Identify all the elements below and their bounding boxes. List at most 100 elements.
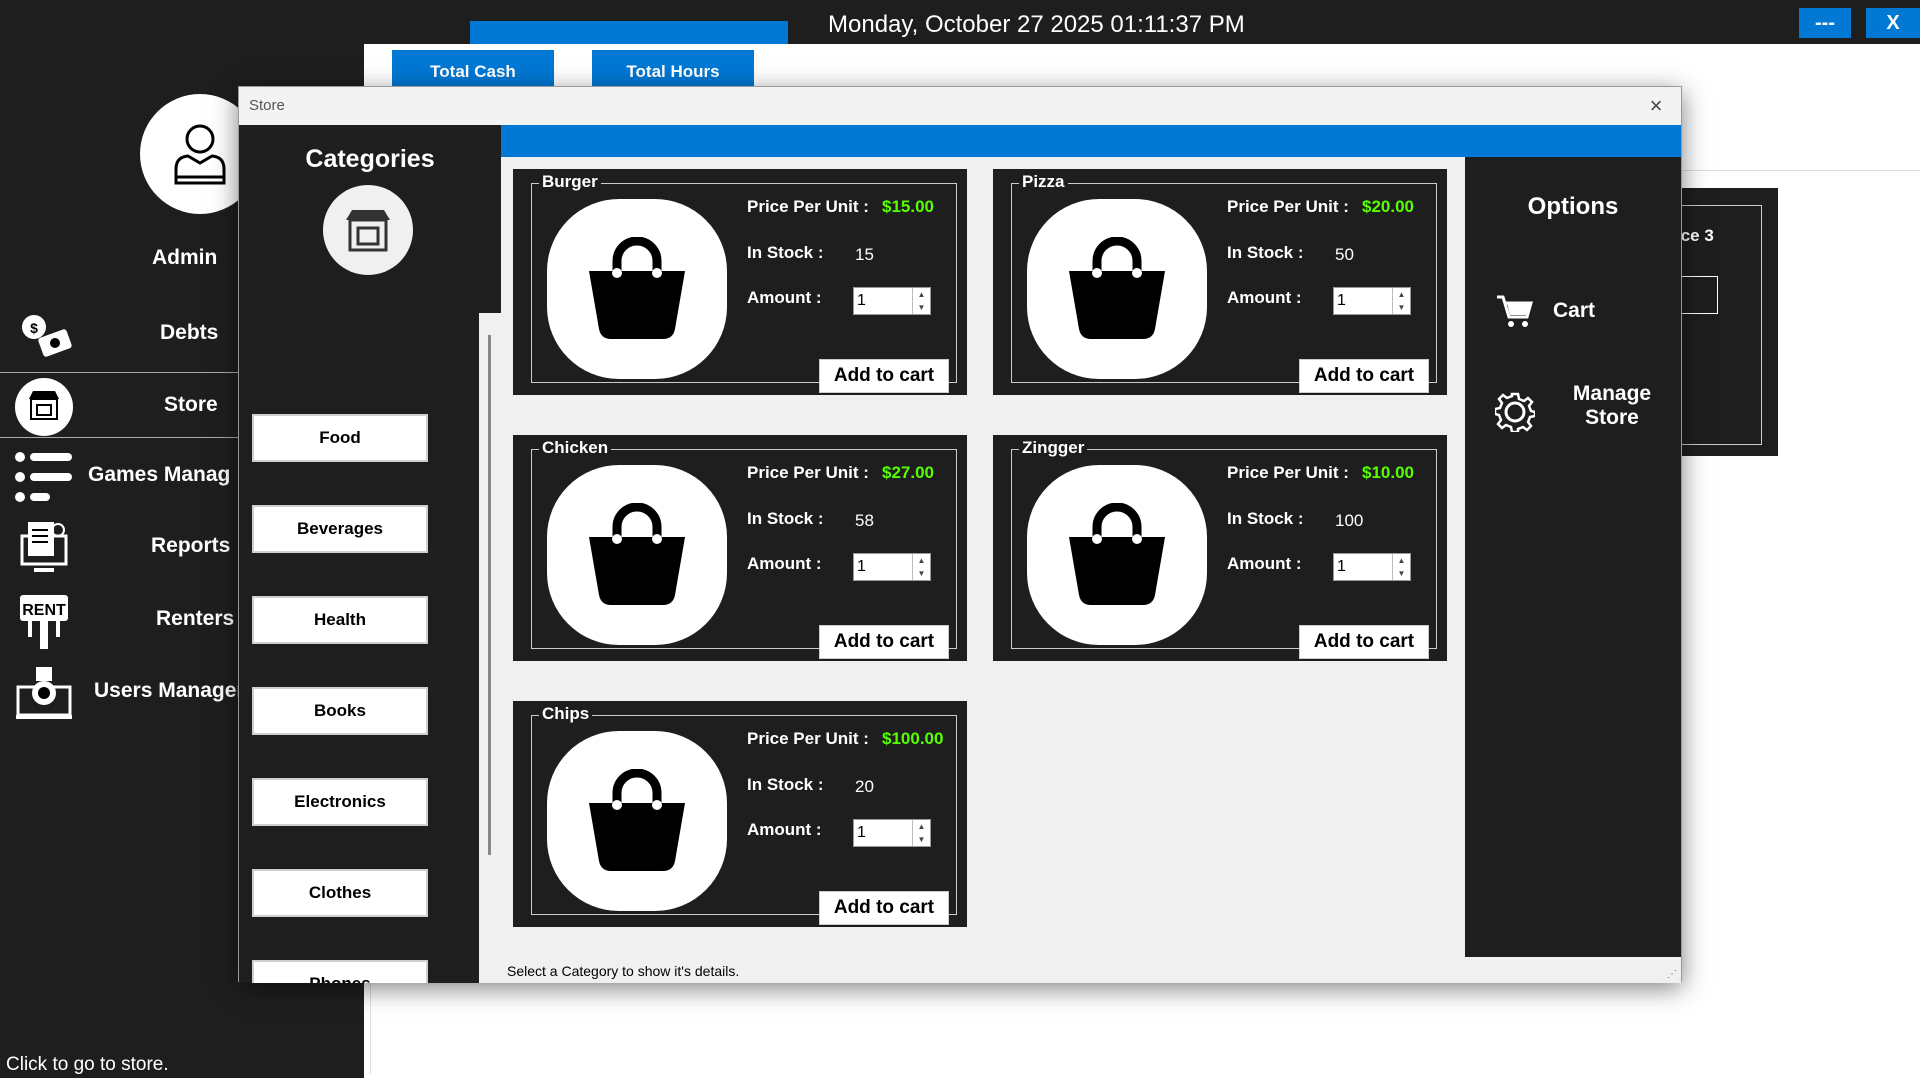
category-food-button[interactable]: Food	[252, 414, 428, 462]
store-titlebar: Store ×	[239, 87, 1681, 125]
close-app-button[interactable]: X	[1866, 8, 1920, 38]
amount-value[interactable]: 1	[857, 824, 866, 842]
category-health-button[interactable]: Health	[252, 596, 428, 644]
stepper-up-icon[interactable]: ▲	[1393, 288, 1410, 301]
add-to-cart-button[interactable]: Add to cart	[1299, 625, 1429, 659]
amount-label: Amount :	[747, 820, 822, 839]
category-beverages-button[interactable]: Beverages	[252, 505, 428, 553]
sidebar-item-debts[interactable]: $ Debts	[0, 301, 240, 367]
amount-value[interactable]: 1	[1337, 292, 1346, 310]
cart-label: Cart	[1553, 299, 1596, 322]
products-area: Burger Price Per Unit : $15.00 In Stock …	[501, 157, 1465, 957]
stepper-up-icon[interactable]: ▲	[1393, 554, 1410, 567]
categories-title: Categories	[305, 145, 435, 173]
shopping-bag-icon	[547, 199, 727, 379]
resize-grip-icon[interactable]: ⋰	[1667, 969, 1679, 981]
tab-total-cash[interactable]: Total Cash	[392, 50, 554, 88]
tab-total-hours[interactable]: Total Hours	[592, 50, 754, 88]
stock-value: 15	[855, 245, 874, 264]
product-card-pizza: Pizza Price Per Unit : $20.00 In Stock :…	[993, 169, 1447, 395]
stepper-up-icon[interactable]: ▲	[913, 288, 930, 301]
amount-value[interactable]: 1	[857, 292, 866, 310]
stock-value: 58	[855, 511, 874, 530]
add-to-cart-button[interactable]: Add to cart	[819, 891, 949, 925]
stepper-down-icon[interactable]: ▼	[1393, 567, 1410, 580]
product-card-chips: Chips Price Per Unit : $100.00 In Stock …	[513, 701, 967, 927]
stepper-arrows[interactable]: ▲ ▼	[1392, 288, 1410, 314]
categories-scroll-thumb[interactable]	[488, 335, 491, 855]
product-name: Chips	[539, 704, 593, 724]
sidebar-item-games-manager[interactable]: Games Manag	[0, 443, 240, 509]
stock-value: 100	[1335, 511, 1364, 530]
stepper-arrows[interactable]: ▲ ▼	[912, 288, 930, 314]
product-card-zingger: Zingger Price Per Unit : $10.00 In Stock…	[993, 435, 1447, 661]
stepper-arrows[interactable]: ▲ ▼	[1392, 554, 1410, 580]
manage-store-button[interactable]: Manage Store	[1495, 382, 1675, 442]
amount-stepper[interactable]: 1 ▲ ▼	[853, 553, 931, 581]
amount-stepper[interactable]: 1 ▲ ▼	[853, 819, 931, 847]
category-clothes-button[interactable]: Clothes	[252, 869, 428, 917]
amount-stepper[interactable]: 1 ▲ ▼	[1333, 287, 1411, 315]
amount-stepper[interactable]: 1 ▲ ▼	[853, 287, 931, 315]
product-card-burger: Burger Price Per Unit : $15.00 In Stock …	[513, 169, 967, 395]
options-title: Options	[1527, 193, 1619, 220]
stock-label: In Stock :	[747, 509, 824, 528]
amount-value[interactable]: 1	[857, 558, 866, 576]
sidebar-item-label: Debts	[160, 321, 219, 344]
product-card-chicken: Chicken Price Per Unit : $27.00 In Stock…	[513, 435, 967, 661]
svg-text:$: $	[30, 320, 38, 336]
stepper-up-icon[interactable]: ▲	[913, 820, 930, 833]
stock-value: 50	[1335, 245, 1354, 264]
sidebar-item-users-manager[interactable]: Users Manager	[0, 659, 245, 725]
minimize-button[interactable]: ---	[1799, 8, 1851, 38]
price-label: Price Per Unit :	[747, 729, 869, 748]
amount-stepper[interactable]: 1 ▲ ▼	[1333, 553, 1411, 581]
stepper-down-icon[interactable]: ▼	[913, 301, 930, 314]
stepper-up-icon[interactable]: ▲	[913, 554, 930, 567]
status-text: Click to go to store.	[6, 1054, 169, 1075]
user-name: Admin	[152, 246, 218, 269]
sidebar-item-renters[interactable]: RENT Renters	[0, 587, 240, 653]
product-name: Burger	[539, 172, 601, 192]
price-value: $100.00	[882, 729, 944, 748]
product-name: Pizza	[1019, 172, 1068, 192]
add-to-cart-button[interactable]: Add to cart	[819, 625, 949, 659]
store-icon	[14, 378, 74, 436]
sidebar-item-label: Games Manag	[88, 463, 231, 486]
cart-icon	[1497, 295, 1533, 327]
store-status-bar: Select a Category to show it's details. …	[501, 957, 1681, 983]
product-name: Zingger	[1019, 438, 1088, 458]
sidebar-item-store[interactable]: Store	[0, 372, 240, 438]
price-label: Price Per Unit :	[747, 463, 869, 482]
sidebar-item-reports[interactable]: Reports	[0, 514, 240, 580]
store-status-text: Select a Category to show it's details.	[507, 963, 740, 979]
sidebar-item-label: Renters	[156, 607, 235, 630]
category-phones-button[interactable]: Phones	[252, 960, 428, 983]
price-value: $20.00	[1362, 197, 1414, 216]
store-close-button[interactable]: ×	[1643, 93, 1669, 119]
category-electronics-button[interactable]: Electronics	[252, 778, 428, 826]
stepper-down-icon[interactable]: ▼	[913, 567, 930, 580]
list-icon	[14, 449, 74, 505]
stepper-down-icon[interactable]: ▼	[913, 833, 930, 846]
add-to-cart-button[interactable]: Add to cart	[1299, 359, 1429, 393]
product-name: Chicken	[539, 438, 612, 458]
report-icon	[14, 520, 74, 576]
price-value: $15.00	[882, 197, 934, 216]
user-id-icon	[14, 665, 74, 721]
amount-value[interactable]: 1	[1337, 558, 1346, 576]
gear-icon	[1495, 392, 1535, 432]
stepper-down-icon[interactable]: ▼	[1393, 301, 1410, 314]
amount-label: Amount :	[747, 288, 822, 307]
store-dialog: Store × Categories Food Beverages Health…	[238, 86, 1682, 983]
stock-label: In Stock :	[1227, 509, 1304, 528]
stepper-arrows[interactable]: ▲ ▼	[912, 554, 930, 580]
datetime-display: Monday, October 27 2025 01:11:37 PM	[828, 11, 1245, 38]
stepper-arrows[interactable]: ▲ ▼	[912, 820, 930, 846]
sidebar-item-label: Users Manager	[94, 679, 245, 702]
cart-button[interactable]: Cart	[1495, 287, 1665, 337]
category-books-button[interactable]: Books	[252, 687, 428, 735]
price-label: Price Per Unit :	[1227, 463, 1349, 482]
amount-label: Amount :	[747, 554, 822, 573]
add-to-cart-button[interactable]: Add to cart	[819, 359, 949, 393]
